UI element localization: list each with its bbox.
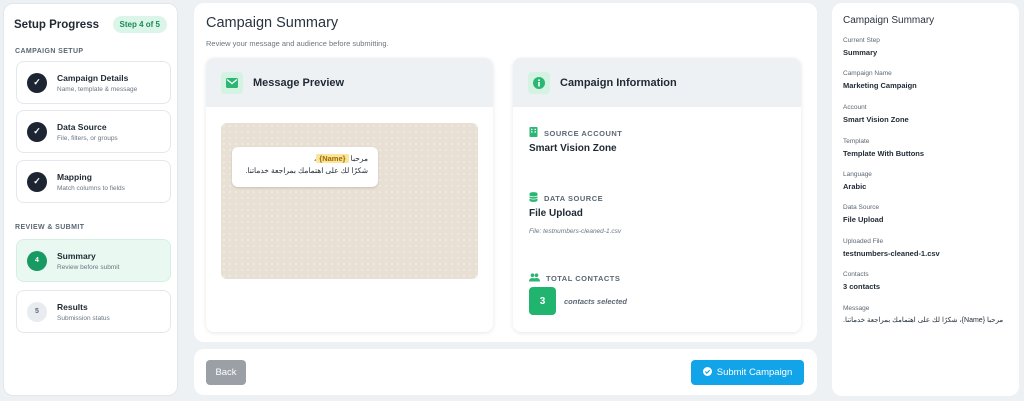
step-description: File, filters, or groups [57,134,118,142]
step-mapping[interactable]: ✓ Mapping Match columns to fields [16,160,171,203]
card-header: Message Preview [206,58,493,107]
step-campaign-details[interactable]: ✓ Campaign Details Name, template & mess… [16,61,171,104]
step-data-source[interactable]: ✓ Data Source File, filters, or groups [16,110,171,153]
summary-label: Campaign Name [843,70,892,77]
summary-value: Summary [843,48,878,57]
check-icon: ✓ [27,72,47,93]
action-bar: Back Submit Campaign [194,349,817,395]
summary-item-message: Message مرحبا {Name}، شكرًا لك على اهتما… [843,305,1003,324]
submit-label: Submit Campaign [716,367,793,378]
step-description: Match columns to fields [57,184,125,192]
section-label-review-submit: REVIEW & SUBMIT [15,224,85,231]
summary-value: testnumbers-cleaned-1.csv [843,249,940,258]
page-subtitle: Review your message and audience before … [206,39,389,48]
summary-value: File Upload [843,215,884,224]
step-description: Review before submit [57,263,120,271]
section-label-campaign-setup: CAMPAIGN SETUP [15,48,84,55]
summary-label: Contacts [843,271,869,278]
step-number: 4 [27,250,47,271]
greeting-text: مرحبا [350,154,368,163]
summary-label: Message [843,305,870,312]
summary-item-contacts: Contacts 3 contacts [843,271,880,291]
step-name: Mapping [57,171,92,182]
uploaded-file-note: File: testnumbers-cleaned-1.csv [529,228,622,235]
step-summary[interactable]: 4 Summary Review before submit [16,239,171,282]
sidebar-title: Setup Progress [14,18,99,31]
data-source-label: DATA SOURCE [544,193,604,203]
summary-item-account: Account Smart Vision Zone [843,104,909,124]
step-number: 5 [27,301,47,322]
summary-item-campaign-name: Campaign Name Marketing Campaign [843,70,917,90]
card-header: Campaign Information [513,58,801,107]
summary-value: 3 contacts [843,282,881,291]
summary-label: Uploaded File [843,238,884,245]
submit-campaign-button[interactable]: Submit Campaign [691,360,804,385]
step-name: Results [57,301,88,312]
message-greeting-line: مرحبا {Name}، [242,153,368,165]
info-icon [528,71,550,94]
summary-message-value: مرحبا {Name}، شكرًا لك على اهتمامك بمراج… [843,317,1004,324]
message-bubble: مرحبا {Name}، شكرًا لك على اهتمامك بمراج… [232,147,378,187]
users-icon [529,269,540,287]
campaign-information-card: Campaign Information SOURCE ACCOUNT Smar… [513,58,801,332]
sidebar-header: Setup Progress Step 4 of 5 [14,16,167,33]
summary-title: Campaign Summary [843,15,935,26]
chat-preview-background: مرحبا {Name}، شكرًا لك على اهتمامك بمراج… [221,123,478,279]
main-panel: Campaign Summary Review your message and… [194,3,817,342]
data-source-label-row: DATA SOURCE [529,189,603,207]
check-icon: ✓ [27,121,47,142]
summary-item-current-step: Current Step Summary [843,37,880,57]
summary-value: Smart Vision Zone [843,115,909,124]
step-description: Submission status [57,314,110,322]
building-icon [529,124,538,142]
summary-value: Marketing Campaign [843,81,917,90]
summary-label: Data Source [843,204,880,211]
summary-label: Account [843,104,867,111]
step-description: Name, template & message [57,85,138,93]
page-title: Campaign Summary [206,15,339,31]
summary-item-uploaded-file: Uploaded File testnumbers-cleaned-1.csv [843,238,940,258]
summary-label: Current Step [843,37,880,44]
summary-label: Template [843,138,870,145]
database-icon [529,189,538,207]
data-source-value: File Upload [529,208,583,219]
summary-value: Template With Buttons [843,149,925,158]
contacts-count-label: contacts selected [564,297,627,306]
total-contacts-label-row: TOTAL CONTACTS [529,269,620,287]
setup-progress-sidebar: Setup Progress Step 4 of 5 CAMPAIGN SETU… [3,3,178,396]
summary-sidebar: Campaign Summary Current Step Summary Ca… [832,3,1019,396]
summary-value: Arabic [843,182,867,191]
message-preview-card: Message Preview مرحبا {Name}، شكرًا لك ع… [206,58,493,332]
message-body-line: شكرًا لك على اهتمامك بمراجعة خدماتنا. [245,166,368,175]
summary-item-data-source: Data Source File Upload [843,204,883,224]
summary-item-template: Template Template With Buttons [843,138,924,158]
message-icon [221,71,243,94]
step-name: Summary [57,250,96,261]
card-title: Message Preview [253,76,345,89]
contacts-count: 3 [529,287,556,315]
step-results[interactable]: 5 Results Submission status [16,290,171,333]
source-account-label: SOURCE ACCOUNT [544,128,623,138]
step-badge: Step 4 of 5 [112,16,167,33]
card-title: Campaign Information [560,76,677,89]
source-account-label-row: SOURCE ACCOUNT [529,124,622,142]
step-name: Data Source [57,121,107,132]
check-circle-icon [702,366,712,379]
check-icon: ✓ [27,171,47,192]
step-name: Campaign Details [57,72,129,83]
source-account-value: Smart Vision Zone [529,143,617,154]
summary-label: Language [843,171,872,178]
total-contacts-label: TOTAL CONTACTS [546,273,621,283]
summary-item-language: Language Arabic [843,171,872,191]
back-button[interactable]: Back [206,360,246,385]
name-placeholder-tag: {Name} [316,154,349,163]
